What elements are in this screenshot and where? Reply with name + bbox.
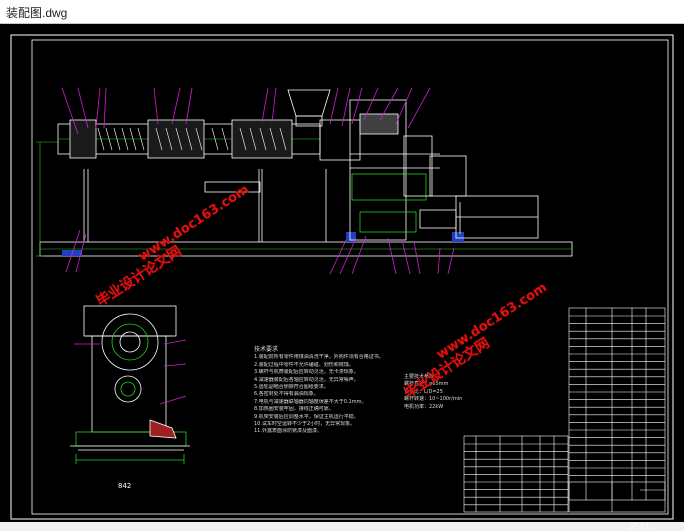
extruder-side-view	[36, 89, 573, 257]
window-title: 装配图.dwg	[6, 6, 68, 20]
cad-drawing	[10, 34, 674, 520]
width-dimension: 842	[118, 482, 132, 490]
note-line: 2.装配过程中零件不允许磕碰、划伤和锈蚀。	[254, 361, 354, 368]
gearbox-end-view	[70, 305, 190, 464]
note-line: 4.减速器装配后各轴应转动灵活，无异常噪声。	[254, 376, 359, 383]
note-line: 7.电机与减速器联轴器同轴度误差不大于0.1mm。	[254, 398, 367, 405]
parts-list-right	[568, 307, 666, 513]
note-line: 11.外露表面涂防锈漆及面漆。	[254, 428, 322, 435]
note-line: 5.齿轮副啮合侧隙符合图纸要求。	[254, 384, 329, 391]
spec-line: 电机功率：22kW	[404, 403, 444, 410]
note-line: 3.螺杆与机筒装配后应转动灵活，无卡滞现象。	[254, 369, 359, 376]
note-line: 10.试车时空运转不少于2小时，无异常现象。	[254, 421, 356, 428]
note-line: 9.机架安装后应调整水平，保证主机运行平稳。	[254, 413, 359, 420]
note-line: 6.各密封处不得有漏油现象。	[254, 391, 319, 398]
technical-notes: 技术要求 1.装配前所有零件用煤油清洗干净，外购件须有合格证书。 2.装配过程中…	[254, 346, 424, 436]
drawing-number: JZ-01	[629, 522, 650, 531]
parts-list-left	[463, 435, 569, 513]
note-line: 1.装配前所有零件用煤油清洗干净，外购件须有合格证书。	[254, 354, 384, 361]
title-bar: 装配图.dwg	[0, 0, 684, 24]
drawing-canvas[interactable]: 技术要求 1.装配前所有零件用煤油清洗干净，外购件须有合格证书。 2.装配过程中…	[0, 24, 684, 531]
notes-title: 技术要求	[254, 346, 279, 353]
spec-line: 螺杆转速：10~100r/min	[404, 396, 463, 403]
note-line: 8.加热圈安装牢固，接线正确可靠。	[254, 406, 334, 413]
